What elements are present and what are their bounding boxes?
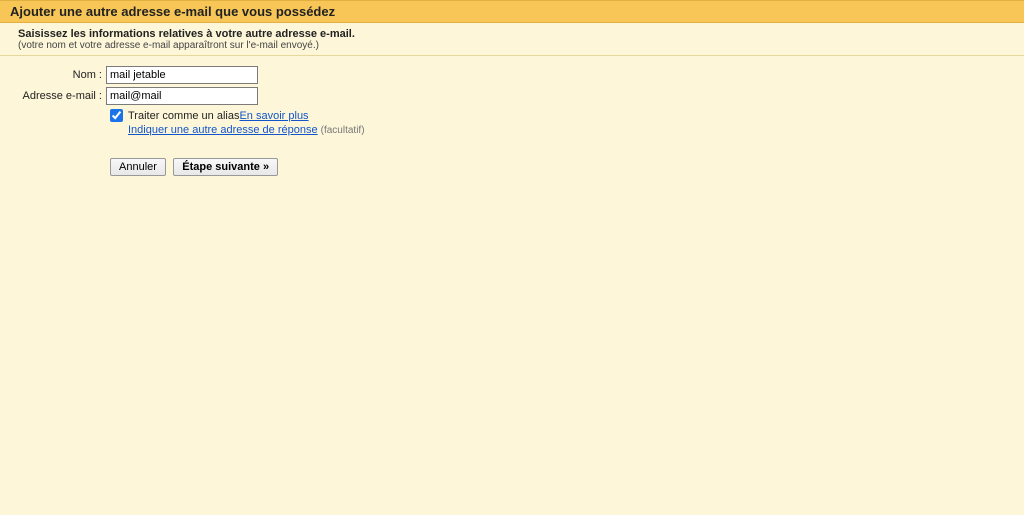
dialog-header: Ajouter une autre adresse e-mail que vou…	[0, 0, 1024, 23]
instructions-sub: (votre nom et votre adresse e-mail appar…	[18, 40, 1006, 51]
content-area: Saisissez les informations relatives à v…	[0, 23, 1024, 186]
name-input[interactable]	[106, 66, 258, 84]
cancel-button[interactable]: Annuler	[110, 158, 166, 176]
reply-optional-label: (facultatif)	[321, 125, 365, 136]
alias-learn-more-link[interactable]: En savoir plus	[239, 110, 308, 122]
button-row: Annuler Étape suivante »	[110, 158, 1006, 176]
name-row: Nom :	[18, 66, 1006, 84]
instructions-block: Saisissez les informations relatives à v…	[0, 23, 1024, 56]
reply-row: Indiquer une autre adresse de réponse (f…	[128, 124, 1006, 136]
instructions-main: Saisissez les informations relatives à v…	[18, 28, 1006, 40]
form-area: Nom : Adresse e-mail : Traiter comme un …	[0, 56, 1024, 186]
next-step-button[interactable]: Étape suivante »	[173, 158, 278, 176]
reply-address-link[interactable]: Indiquer une autre adresse de réponse	[128, 124, 318, 136]
alias-checkbox[interactable]	[110, 109, 123, 122]
alias-label: Traiter comme un alias	[128, 110, 239, 122]
alias-row: Traiter comme un alias En savoir plus	[110, 109, 1006, 122]
email-label: Adresse e-mail :	[18, 90, 106, 102]
email-row: Adresse e-mail :	[18, 87, 1006, 105]
name-label: Nom :	[18, 69, 106, 81]
email-input[interactable]	[106, 87, 258, 105]
dialog-title: Ajouter une autre adresse e-mail que vou…	[10, 4, 335, 19]
